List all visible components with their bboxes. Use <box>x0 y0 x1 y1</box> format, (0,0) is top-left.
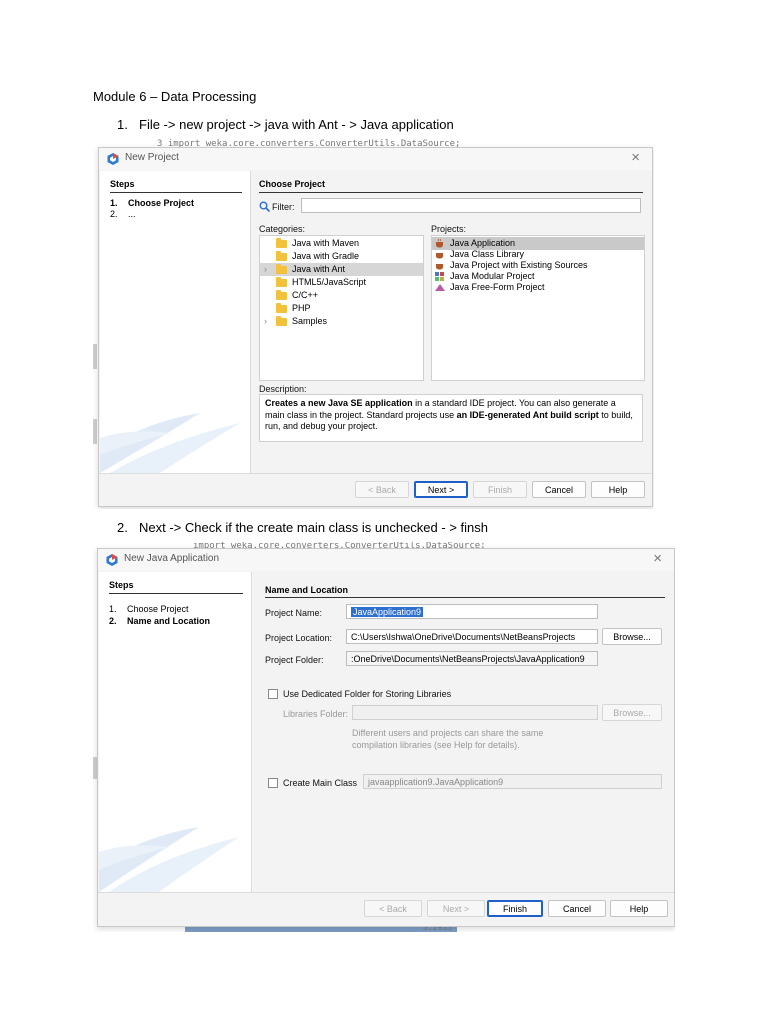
title-bar: New Project × <box>99 148 652 170</box>
dedicated-folder-label: Use Dedicated Folder for Storing Librari… <box>283 689 452 699</box>
divider <box>109 593 243 594</box>
projects-label: Projects: <box>431 224 467 234</box>
help-button[interactable]: Help <box>610 900 668 917</box>
divider <box>99 473 652 474</box>
background-strip <box>93 419 97 444</box>
divider <box>98 892 674 893</box>
project-name-input[interactable]: JavaApplication9 <box>346 604 598 619</box>
choose-project-pane: Choose Project Filter: Categories: Java … <box>251 171 651 473</box>
filter-input[interactable] <box>301 198 641 213</box>
category-item[interactable]: › Samples <box>260 315 423 328</box>
cancel-button[interactable]: Cancel <box>548 900 606 917</box>
name-location-pane: Name and Location Project Name: JavaAppl… <box>252 572 673 892</box>
step1-number: 1. <box>117 117 128 132</box>
finish-button[interactable]: Finish <box>473 481 527 498</box>
java-cup-icon <box>436 253 443 259</box>
free-form-icon <box>435 284 445 291</box>
project-item[interactable]: Java Free-Form Project <box>432 281 644 294</box>
category-item-selected[interactable]: › Java with Ant <box>260 263 423 276</box>
finish-button[interactable]: Finish <box>487 900 543 917</box>
new-java-application-dialog: New Java Application × Steps 1. Choose Pr… <box>97 548 675 927</box>
java-cup-icon <box>436 264 443 270</box>
steps-pane: Steps 1. Choose Project 2. Name and Locati… <box>99 572 252 892</box>
new-project-dialog: New Project × Steps 1. Choose Project 2..… <box>98 147 653 507</box>
netbeans-watermark-icon <box>99 827 239 892</box>
document-heading: Module 6 – Data Processing <box>93 89 257 104</box>
title-bar: New Java Application × <box>98 549 674 571</box>
dialog-title: New Project <box>125 152 179 163</box>
close-icon[interactable]: × <box>653 550 662 567</box>
project-location-label: Project Location: <box>265 633 333 643</box>
category-item[interactable]: Java with Maven <box>260 237 423 250</box>
step2-text: Next -> Check if the create main class i… <box>139 520 488 535</box>
category-item[interactable]: PHP <box>260 302 423 315</box>
screenshot-new-project: 3 import weka.core.converters.ConverterU… <box>93 139 654 509</box>
libraries-folder-label: Libraries Folder: <box>283 709 349 719</box>
netbeans-watermark-icon <box>100 413 240 473</box>
divider <box>110 192 242 193</box>
description-label: Description: <box>259 384 307 394</box>
divider <box>265 597 665 598</box>
categories-list[interactable]: Java with Maven Java with Gradle › Java w… <box>259 235 424 381</box>
steps-pane: Steps 1. Choose Project 2.... <box>100 171 251 473</box>
create-main-class-checkbox[interactable] <box>268 778 278 788</box>
category-item[interactable]: C/C++ <box>260 289 423 302</box>
divider <box>259 192 643 193</box>
modules-icon <box>435 272 444 281</box>
project-location-input[interactable]: C:\Users\Ishwa\OneDrive\Documents\NetBea… <box>346 629 598 644</box>
back-button[interactable]: < Back <box>364 900 422 917</box>
categories-label: Categories: <box>259 224 306 234</box>
category-item[interactable]: HTML5/JavaScript <box>260 276 423 289</box>
step-item: 2.... <box>110 209 136 219</box>
screenshot-new-java-application: import weka.core.converters.ConverterUti… <box>93 542 675 932</box>
step-item: 2. Name and Location <box>109 616 211 626</box>
steps-title: Steps <box>110 179 135 189</box>
libraries-folder-input[interactable] <box>352 705 598 720</box>
browse-libraries-button[interactable]: Browse... <box>602 704 662 721</box>
next-button[interactable]: Next > <box>427 900 485 917</box>
step2-number: 2. <box>117 520 128 535</box>
main-class-input[interactable]: javaapplication9.JavaApplication9 <box>363 774 662 789</box>
section-title: Choose Project <box>259 179 326 189</box>
project-name-label: Project Name: <box>265 608 323 618</box>
filter-label: Filter: <box>272 202 295 212</box>
chevron-right-icon: › <box>264 264 267 274</box>
steps-title: Steps <box>109 580 134 590</box>
category-item[interactable]: Java with Gradle <box>260 250 423 263</box>
step1-text: File -> new project -> java with Ant - >… <box>139 117 454 132</box>
search-icon <box>259 201 270 212</box>
create-main-class-label: Create Main Class <box>283 778 358 788</box>
libraries-help-line2: compilation libraries (see Help for deta… <box>352 740 520 750</box>
back-button[interactable]: < Back <box>355 481 409 498</box>
netbeans-logo-icon <box>106 554 118 566</box>
browse-location-button[interactable]: Browse... <box>602 628 662 645</box>
cancel-button[interactable]: Cancel <box>532 481 586 498</box>
project-folder-input[interactable]: :OneDrive\Documents\NetBeansProjects\Jav… <box>346 651 598 666</box>
description-box: Creates a new Java SE application in a s… <box>259 394 643 442</box>
chevron-right-icon: › <box>264 316 267 326</box>
java-cup-icon <box>436 239 443 248</box>
libraries-help-line1: Different users and projects can share t… <box>352 728 544 738</box>
dialog-title: New Java Application <box>124 553 220 564</box>
help-button[interactable]: Help <box>591 481 645 498</box>
background-strip <box>93 344 97 369</box>
project-folder-label: Project Folder: <box>265 655 324 665</box>
netbeans-logo-icon <box>107 153 119 165</box>
projects-list[interactable]: Java Application Java Class Library Java… <box>431 235 645 381</box>
dedicated-folder-checkbox[interactable] <box>268 689 278 699</box>
close-icon[interactable]: × <box>631 149 640 166</box>
next-button[interactable]: Next > <box>414 481 468 498</box>
section-title: Name and Location <box>265 585 349 595</box>
step-item: 1. Choose Project <box>109 604 189 614</box>
step-item: 1. Choose Project <box>110 198 195 208</box>
